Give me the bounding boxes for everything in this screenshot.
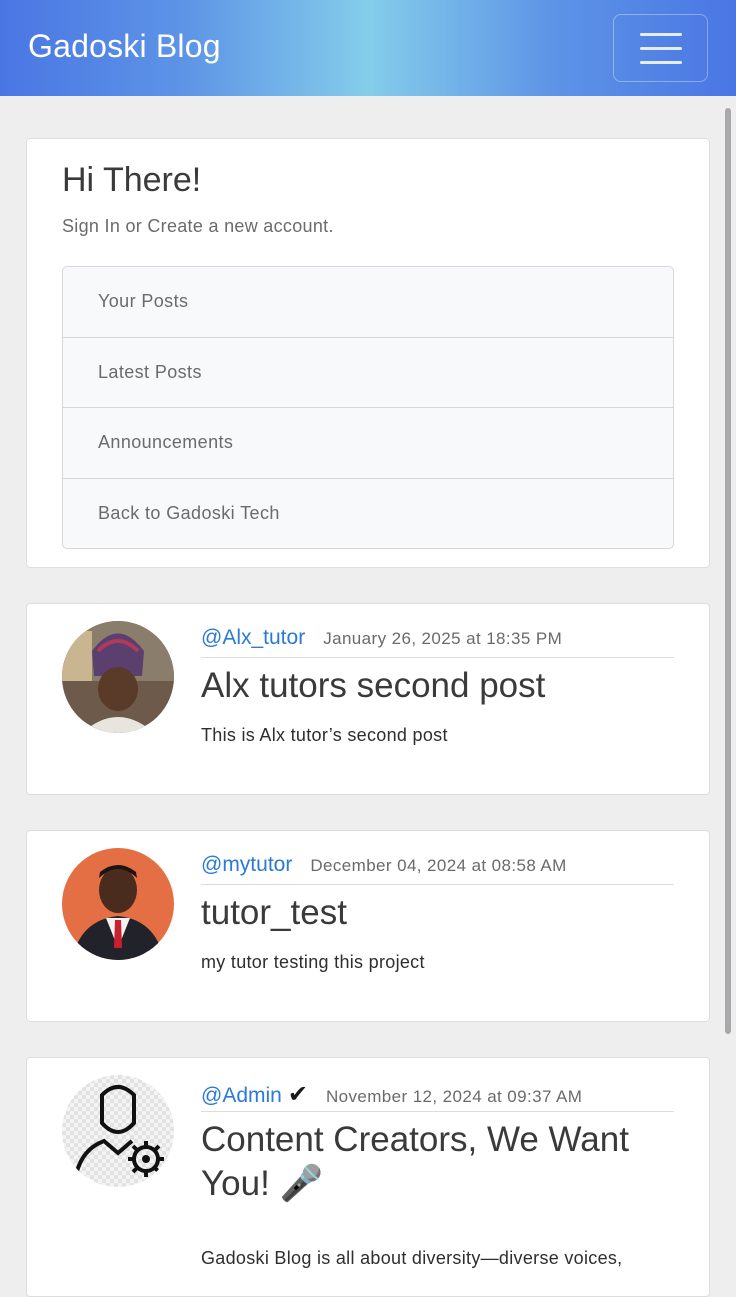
page-scrollbar[interactable]	[725, 108, 731, 1034]
post-excerpt: Gadoski Blog is all about diversity—dive…	[201, 1248, 623, 1268]
welcome-heading: Hi There!	[62, 161, 202, 199]
author-handle-link[interactable]: @Alx_tutor	[201, 626, 305, 649]
author-handle-link[interactable]: @mytutor	[201, 853, 292, 876]
post-title[interactable]: tutor_test	[201, 891, 674, 935]
post-date: December 04, 2024 at 08:58 AM	[310, 856, 567, 875]
post-title[interactable]: Content Creators, We Want You! 🎤	[201, 1118, 674, 1206]
hamburger-menu-icon	[640, 33, 682, 36]
welcome-card: Hi There! Sign In or Create a new accoun…	[26, 138, 710, 568]
nav-link-announcements[interactable]: Announcements	[63, 408, 673, 479]
post-meta: @mytutor December 04, 2024 at 08:58 AM	[201, 853, 674, 885]
hamburger-menu-icon	[640, 61, 682, 64]
verified-check-icon: ✔	[287, 1081, 308, 1108]
brand-logo-text[interactable]: Gadoski Blog	[28, 28, 221, 65]
welcome-subtitle: Sign In or Create a new account.	[62, 216, 334, 236]
navbar: Gadoski Blog	[0, 0, 736, 96]
post-card: @Admin ✔ November 12, 2024 at 09:37 AM Con…	[26, 1057, 710, 1297]
post-excerpt: my tutor testing this project	[201, 952, 425, 972]
hamburger-menu-button[interactable]	[613, 14, 708, 82]
author-avatar[interactable]	[62, 848, 174, 960]
post-card: @Alx_tutor January 26, 2025 at 18:35 PM A…	[26, 603, 710, 795]
post-card: @mytutor December 04, 2024 at 08:58 AM tu…	[26, 830, 710, 1022]
hamburger-menu-icon	[640, 47, 682, 50]
nav-link-your-posts[interactable]: Your Posts	[63, 267, 673, 338]
author-handle-link[interactable]: @Admin	[201, 1084, 282, 1107]
post-excerpt: This is Alx tutor’s second post	[201, 725, 448, 745]
post-date: January 26, 2025 at 18:35 PM	[323, 629, 563, 648]
author-avatar[interactable]	[62, 1075, 174, 1187]
author-avatar[interactable]	[62, 621, 174, 733]
nav-link-latest-posts[interactable]: Latest Posts	[63, 338, 673, 408]
post-date: November 12, 2024 at 09:37 AM	[325, 1087, 583, 1106]
post-meta: @Alx_tutor January 26, 2025 at 18:35 PM	[201, 626, 674, 658]
post-meta: @Admin ✔ November 12, 2024 at 09:37 AM	[201, 1080, 674, 1112]
nav-link-back-to-gadoski-tech[interactable]: Back to Gadoski Tech	[63, 479, 673, 549]
post-title[interactable]: Alx tutors second post	[201, 664, 674, 708]
blog-nav-list: Your Posts Latest Posts Announcements Ba…	[62, 266, 674, 549]
